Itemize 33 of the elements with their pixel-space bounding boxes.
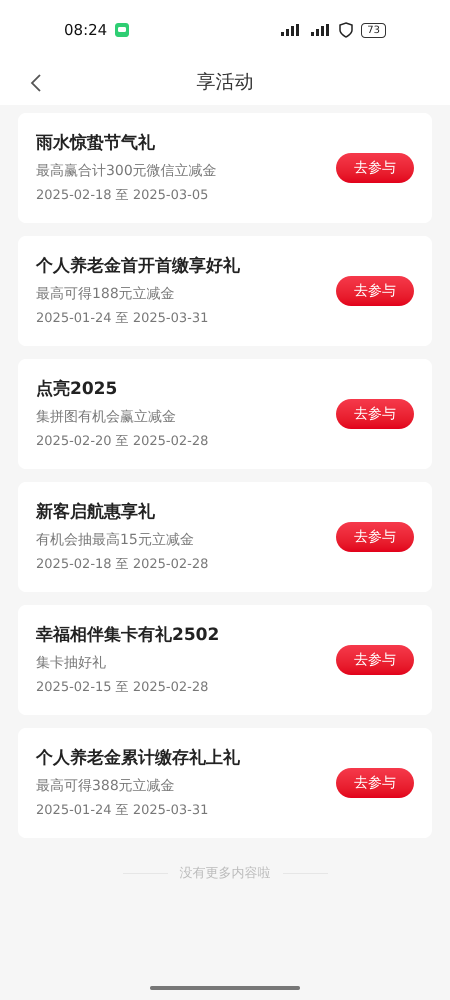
activity-period: 2025-01-24 至 2025-03-31	[36, 310, 210, 328]
signal-icon	[309, 24, 332, 36]
activity-title: 新客启航惠享礼	[36, 501, 156, 524]
activity-period: 2025-02-20 至 2025-02-28	[36, 432, 208, 450]
chat-app-icon	[115, 23, 130, 37]
status-time: 08:24	[64, 20, 108, 41]
activity-title: 雨水惊蛰节气礼	[36, 132, 156, 155]
battery-indicator: 73	[361, 22, 386, 38]
activity-description: 有机会抽最高15元立减金	[36, 530, 195, 550]
activity-description: 最高可得388元立减金	[36, 776, 176, 796]
join-button[interactable]: 去参与	[336, 645, 414, 675]
activity-period: 2025-02-18 至 2025-02-28	[36, 556, 208, 574]
activity-title: 点亮2025	[36, 378, 118, 401]
page-title: 享活动	[196, 70, 254, 96]
join-button[interactable]: 去参与	[336, 399, 414, 429]
activity-title: 个人养老金累计缴存礼上礼	[36, 747, 240, 770]
activity-title: 幸福相伴集卡有礼2502	[36, 624, 220, 647]
join-button[interactable]: 去参与	[336, 768, 414, 798]
join-button[interactable]: 去参与	[336, 522, 414, 552]
shield-icon	[339, 22, 354, 38]
join-button[interactable]: 去参与	[336, 276, 414, 306]
join-button[interactable]: 去参与	[336, 153, 414, 183]
activity-description: 集卡抽好礼	[36, 654, 107, 672]
activity-period: 2025-02-18 至 2025-03-05	[36, 186, 210, 204]
activity-description: 集拼图有机会赢立减金	[36, 408, 177, 426]
activity-title: 个人养老金首开首缴享好礼	[36, 255, 240, 278]
signal-icon	[279, 24, 302, 36]
activity-description: 最高赢合计300元微信立减金	[36, 162, 217, 180]
end-of-list-note: 没有更多内容啦	[180, 865, 270, 883]
activity-description: 最高可得188元立减金	[36, 284, 176, 304]
activity-period: 2025-02-15 至 2025-02-28	[36, 678, 210, 696]
activity-period: 2025-01-24 至 2025-03-31	[36, 802, 210, 820]
back-icon[interactable]	[30, 72, 42, 92]
